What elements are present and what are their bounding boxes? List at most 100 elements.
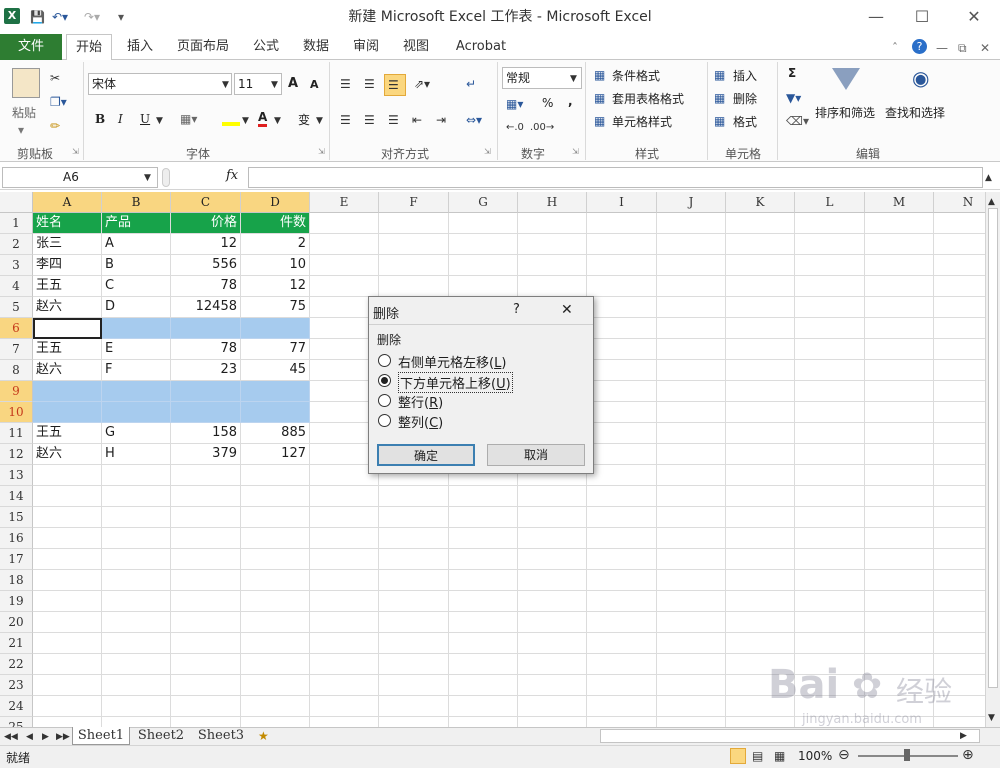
cell-k16[interactable] xyxy=(726,528,795,549)
cell-m12[interactable] xyxy=(865,444,934,465)
cell-b15[interactable] xyxy=(102,507,171,528)
cell-a15[interactable] xyxy=(33,507,102,528)
cell-f21[interactable] xyxy=(379,633,449,654)
cell-a7[interactable]: 王五 xyxy=(33,339,102,360)
cell-h22[interactable] xyxy=(518,654,587,675)
font-color-icon[interactable]: A xyxy=(258,110,268,127)
row-header-17[interactable]: 17 xyxy=(0,549,33,570)
cell-i18[interactable] xyxy=(587,570,657,591)
row-header-5[interactable]: 5 xyxy=(0,297,33,318)
cell-g19[interactable] xyxy=(449,591,518,612)
cell-i24[interactable] xyxy=(587,696,657,717)
cell-g18[interactable] xyxy=(449,570,518,591)
cell-j16[interactable] xyxy=(657,528,726,549)
cell-n21[interactable] xyxy=(934,633,985,654)
normal-view-icon[interactable] xyxy=(730,748,746,764)
cell-m10[interactable] xyxy=(865,402,934,423)
cell-d9[interactable] xyxy=(241,381,310,402)
cell-b18[interactable] xyxy=(102,570,171,591)
cell-g25[interactable] xyxy=(449,717,518,727)
cell-e19[interactable] xyxy=(310,591,379,612)
cell-i7[interactable] xyxy=(587,339,657,360)
cell-j20[interactable] xyxy=(657,612,726,633)
cell-a16[interactable] xyxy=(33,528,102,549)
chevron-down-icon[interactable]: ▼ xyxy=(316,113,323,129)
cell-c3[interactable]: 556 xyxy=(171,255,241,276)
column-header-j[interactable]: J xyxy=(657,192,726,213)
cell-l20[interactable] xyxy=(795,612,865,633)
row-header-20[interactable]: 20 xyxy=(0,612,33,633)
format-as-table-button[interactable]: 套用表格格式 xyxy=(612,90,684,107)
cell-j6[interactable] xyxy=(657,318,726,339)
cell-d4[interactable]: 12 xyxy=(241,276,310,297)
cell-i14[interactable] xyxy=(587,486,657,507)
cell-b17[interactable] xyxy=(102,549,171,570)
row-header-1[interactable]: 1 xyxy=(0,213,33,234)
cell-n10[interactable] xyxy=(934,402,985,423)
cell-e18[interactable] xyxy=(310,570,379,591)
cell-l2[interactable] xyxy=(795,234,865,255)
grow-font-icon[interactable]: A xyxy=(288,76,298,91)
cell-b2[interactable]: A xyxy=(102,234,171,255)
tab-view[interactable]: 视图 xyxy=(396,34,436,60)
conditional-format-button[interactable]: 条件格式 xyxy=(612,67,660,84)
cell-c16[interactable] xyxy=(171,528,241,549)
cell-m15[interactable] xyxy=(865,507,934,528)
dialog-option-2[interactable]: 整行(R) xyxy=(377,392,577,411)
dialog-close-button[interactable]: ✕ xyxy=(561,302,573,318)
cell-f17[interactable] xyxy=(379,549,449,570)
cell-l19[interactable] xyxy=(795,591,865,612)
select-all-corner[interactable] xyxy=(0,192,33,213)
phonetic-icon[interactable]: 变 xyxy=(298,111,310,128)
column-header-h[interactable]: H xyxy=(518,192,587,213)
cell-e25[interactable] xyxy=(310,717,379,727)
paste-label[interactable]: 粘贴 xyxy=(12,104,36,121)
row-header-22[interactable]: 22 xyxy=(0,654,33,675)
cell-d16[interactable] xyxy=(241,528,310,549)
cell-m21[interactable] xyxy=(865,633,934,654)
cell-c23[interactable] xyxy=(171,675,241,696)
cell-m2[interactable] xyxy=(865,234,934,255)
cell-k5[interactable] xyxy=(726,297,795,318)
cell-n19[interactable] xyxy=(934,591,985,612)
cell-a18[interactable] xyxy=(33,570,102,591)
increase-decimal-icon[interactable]: ←.0 xyxy=(506,120,524,136)
merge-center-icon[interactable]: ⇔▾ xyxy=(466,112,482,128)
cell-n8[interactable] xyxy=(934,360,985,381)
radio-button[interactable] xyxy=(378,414,391,427)
cell-e17[interactable] xyxy=(310,549,379,570)
cell-a8[interactable]: 赵六 xyxy=(33,360,102,381)
row-header-16[interactable]: 16 xyxy=(0,528,33,549)
cell-j8[interactable] xyxy=(657,360,726,381)
cell-d20[interactable] xyxy=(241,612,310,633)
chevron-down-icon[interactable]: ▼ xyxy=(242,113,249,129)
cell-f18[interactable] xyxy=(379,570,449,591)
cell-h16[interactable] xyxy=(518,528,587,549)
cell-k2[interactable] xyxy=(726,234,795,255)
cell-j19[interactable] xyxy=(657,591,726,612)
tab-insert[interactable]: 插入 xyxy=(118,34,162,60)
cell-c21[interactable] xyxy=(171,633,241,654)
cell-f25[interactable] xyxy=(379,717,449,727)
cell-l13[interactable] xyxy=(795,465,865,486)
dialog-option-label[interactable]: 整行(R) xyxy=(398,392,443,411)
column-header-d[interactable]: D xyxy=(241,192,310,213)
cell-i3[interactable] xyxy=(587,255,657,276)
cell-n1[interactable] xyxy=(934,213,985,234)
collapse-ribbon-icon[interactable]: ˆ xyxy=(892,40,898,56)
cell-i21[interactable] xyxy=(587,633,657,654)
cell-n14[interactable] xyxy=(934,486,985,507)
cell-m14[interactable] xyxy=(865,486,934,507)
cell-c19[interactable] xyxy=(171,591,241,612)
cell-j25[interactable] xyxy=(657,717,726,727)
cell-c17[interactable] xyxy=(171,549,241,570)
bold-button[interactable]: B xyxy=(95,112,105,126)
cell-l7[interactable] xyxy=(795,339,865,360)
wrap-text-icon[interactable]: ↵ xyxy=(466,76,476,92)
tab-page-layout[interactable]: 页面布局 xyxy=(170,34,236,60)
cell-k9[interactable] xyxy=(726,381,795,402)
next-sheet-icon[interactable]: ▶ xyxy=(42,729,49,745)
cell-k17[interactable] xyxy=(726,549,795,570)
cell-b13[interactable] xyxy=(102,465,171,486)
cell-l12[interactable] xyxy=(795,444,865,465)
